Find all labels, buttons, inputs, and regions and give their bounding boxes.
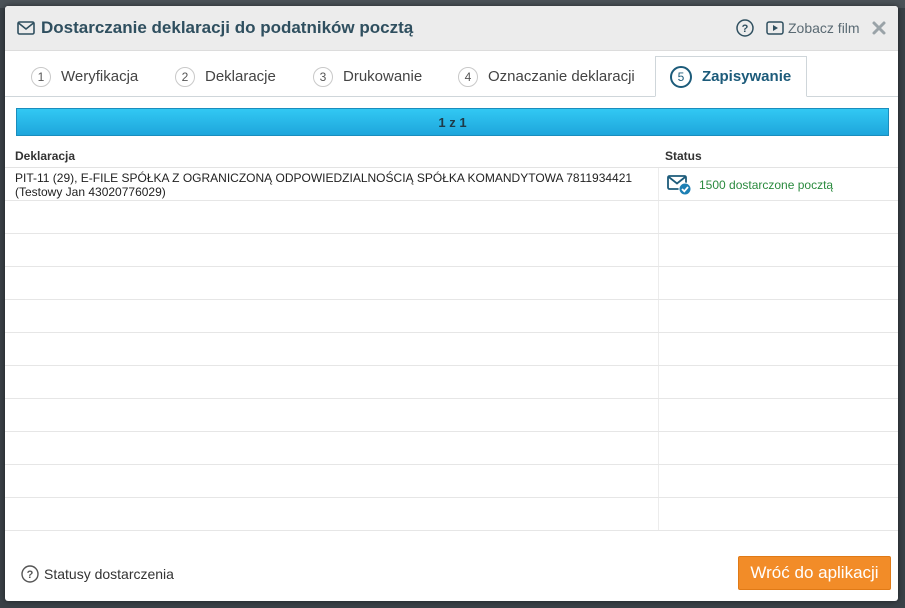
tab-number: 1 <box>31 66 51 87</box>
svg-text:?: ? <box>27 569 34 581</box>
tab-label: Zapisywanie <box>702 68 792 85</box>
table-row-empty <box>5 333 898 366</box>
delivery-dialog: Dostarczanie deklaracji do podatników po… <box>5 6 898 601</box>
tab-number: 5 <box>670 65 692 88</box>
column-header-declaration: Deklaracja <box>15 149 76 163</box>
delivery-statuses-link[interactable]: ? Statusy dostarczenia <box>21 565 174 583</box>
declarations-table: Deklaracja Status PIT-11 (29), E-FILE SP… <box>5 146 898 531</box>
tab-zapisywanie[interactable]: 5 Zapisywanie <box>655 56 807 97</box>
table-row-empty <box>5 498 898 531</box>
table-row-empty <box>5 201 898 234</box>
back-to-app-button[interactable]: Wróć do aplikacji <box>738 556 891 590</box>
envelope-icon <box>17 21 35 35</box>
tab-number: 3 <box>313 66 333 87</box>
column-divider <box>658 465 659 497</box>
tab-label: Deklaracje <box>205 68 276 85</box>
declaration-person: (Testowy Jan 43020776029) <box>15 185 166 199</box>
table-row-empty <box>5 366 898 399</box>
tab-weryfikacja[interactable]: 1 Weryfikacja <box>17 57 152 96</box>
delivery-statuses-label: Statusy dostarczenia <box>44 566 174 582</box>
column-divider <box>658 201 659 233</box>
tab-label: Drukowanie <box>343 68 423 85</box>
watch-film-button[interactable]: Zobacz film <box>766 18 860 38</box>
column-divider <box>658 234 659 266</box>
help-icon[interactable]: ? <box>736 19 754 37</box>
table-row-empty <box>5 234 898 267</box>
tab-label: Weryfikacja <box>61 68 139 85</box>
tab-oznaczanie-deklaracji[interactable]: 4 Oznaczanie deklaracji <box>444 57 649 96</box>
column-divider <box>658 498 659 530</box>
tab-deklaracje[interactable]: 2 Deklaracje <box>161 57 290 96</box>
column-divider <box>658 399 659 431</box>
column-header-status: Status <box>665 149 702 163</box>
status-cell: 1500 dostarczone pocztą <box>667 174 833 196</box>
svg-text:?: ? <box>742 23 749 35</box>
column-divider <box>658 432 659 464</box>
help-icon: ? <box>21 565 39 583</box>
progress-bar: 1 z 1 <box>16 108 889 136</box>
mail-check-icon <box>667 175 692 196</box>
column-divider <box>658 333 659 365</box>
tab-label: Oznaczanie deklaracji <box>488 68 635 85</box>
table-row-empty <box>5 300 898 333</box>
table-row-empty <box>5 465 898 498</box>
column-divider <box>658 168 659 200</box>
declaration-cell: PIT-11 (29), E-FILE SPÓŁKA Z OGRANICZONĄ… <box>15 171 655 199</box>
tab-drukowanie[interactable]: 3 Drukowanie <box>299 57 436 96</box>
table-row-empty <box>5 267 898 300</box>
declaration-text: PIT-11 (29), E-FILE SPÓŁKA Z OGRANICZONĄ… <box>15 171 633 185</box>
watch-film-label: Zobacz film <box>788 20 860 36</box>
column-divider <box>658 300 659 332</box>
video-icon <box>766 21 784 35</box>
dialog-title: Dostarczanie deklaracji do podatników po… <box>41 18 414 37</box>
table-row-empty <box>5 432 898 465</box>
table-row-empty <box>5 399 898 432</box>
dialog-titlebar: Dostarczanie deklaracji do podatników po… <box>5 6 898 51</box>
tab-number: 2 <box>175 66 195 87</box>
table-header: Deklaracja Status <box>5 146 898 168</box>
wizard-tabs: 1 Weryfikacja 2 Deklaracje 3 Drukowanie … <box>5 51 898 97</box>
progress-text: 1 z 1 <box>438 114 467 130</box>
table-row[interactable]: PIT-11 (29), E-FILE SPÓŁKA Z OGRANICZONĄ… <box>5 168 898 201</box>
status-text: 1500 dostarczone pocztą <box>699 178 834 192</box>
column-divider <box>658 267 659 299</box>
column-divider <box>658 366 659 398</box>
close-icon[interactable] <box>871 20 887 36</box>
tab-number: 4 <box>458 66 478 87</box>
